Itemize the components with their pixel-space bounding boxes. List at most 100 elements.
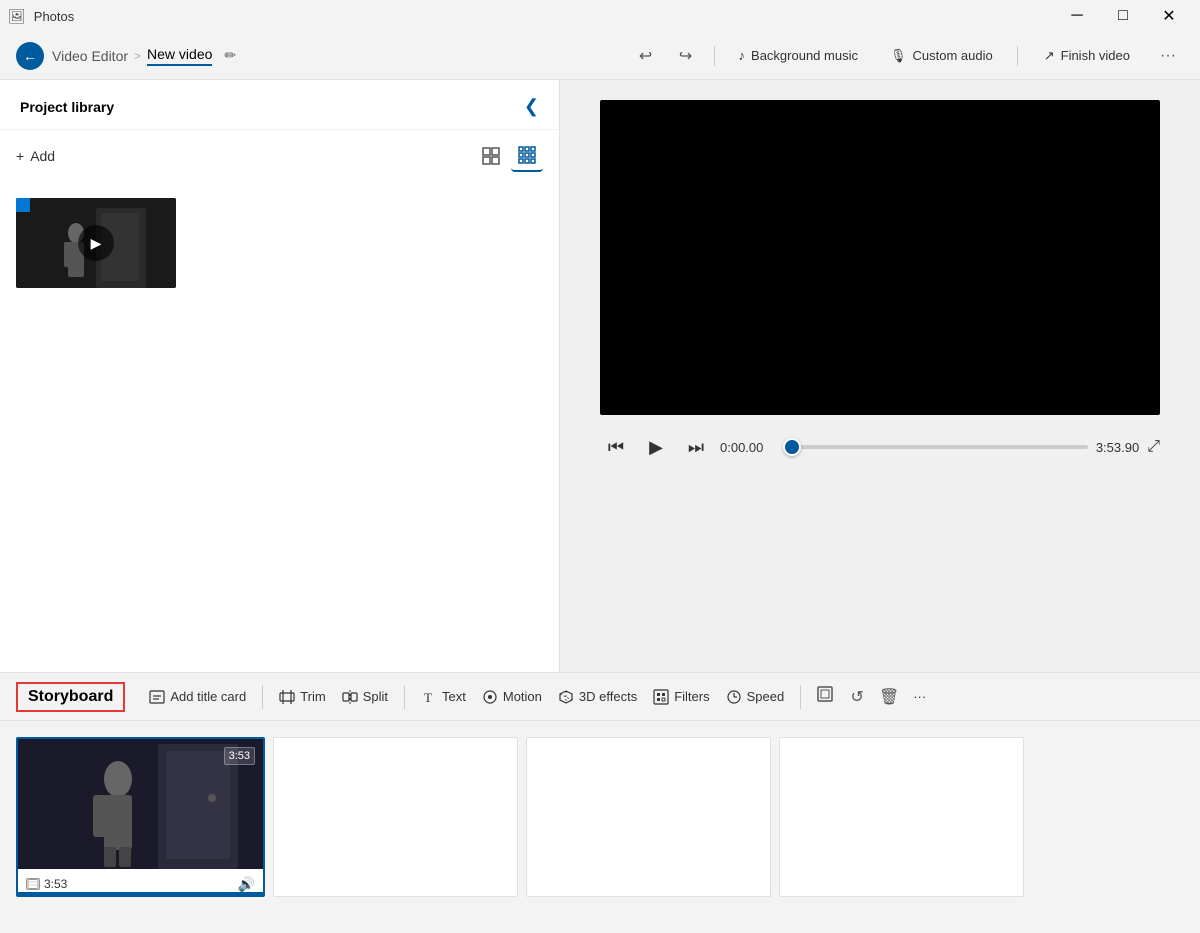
text-button[interactable]: T Text <box>413 683 474 711</box>
clip-progress-bar <box>18 892 263 895</box>
rotate-button[interactable]: ↺ <box>841 681 873 713</box>
filters-button[interactable]: Filters <box>645 683 717 711</box>
maximize-button[interactable]: □ <box>1100 0 1146 32</box>
background-music-label: Background music <box>751 48 858 63</box>
add-title-card-icon <box>149 689 165 705</box>
photos-app-icon: 🖼 <box>8 8 26 25</box>
breadcrumb-current: New video <box>147 46 212 66</box>
library-content: ▶ <box>0 182 559 304</box>
split-button[interactable]: Split <box>334 683 396 711</box>
add-media-button[interactable]: + Add <box>16 148 55 164</box>
resize-icon <box>816 685 834 708</box>
more-icon: ··· <box>1160 47 1176 65</box>
grid-small-icon <box>518 146 536 164</box>
fullscreen-button[interactable]: ⤢ <box>1147 438 1160 456</box>
forward-icon: ⏭ <box>688 437 704 458</box>
motion-icon <box>482 689 498 705</box>
breadcrumb-parent[interactable]: Video Editor <box>52 48 128 64</box>
toolbar-left: ← Video Editor > New video ✏ <box>16 42 630 70</box>
view-toggle <box>475 140 543 172</box>
redo-icon: ↪ <box>679 46 692 66</box>
add-icon: + <box>16 148 24 164</box>
toolbar-separator-1 <box>714 46 715 66</box>
trim-icon <box>279 689 295 705</box>
storyboard-label: Storyboard <box>16 682 125 712</box>
more-tools-icon: ··· <box>913 689 926 704</box>
3d-effects-button[interactable]: 3D effects <box>550 683 645 711</box>
video-canvas <box>600 100 1160 415</box>
svg-text:T: T <box>424 690 432 705</box>
back-icon: ← <box>23 48 37 64</box>
speed-label: Speed <box>747 689 785 704</box>
text-icon: T <box>421 689 437 705</box>
sb-separator-1 <box>262 685 263 709</box>
speed-icon <box>726 689 742 705</box>
storyboard-empty-slot-1 <box>273 737 518 897</box>
edit-title-icon[interactable]: ✏ <box>224 47 236 64</box>
title-bar-left: 🖼 Photos <box>8 8 74 25</box>
play-icon: ▶ <box>649 437 663 458</box>
background-music-button[interactable]: ♪ Background music <box>727 42 870 69</box>
resize-button[interactable] <box>809 681 841 713</box>
custom-audio-button[interactable]: 🎙 Custom audio <box>878 42 1005 70</box>
finish-video-label: Finish video <box>1061 48 1130 63</box>
minimize-button[interactable]: ─ <box>1054 0 1100 32</box>
add-title-card-button[interactable]: Add title card <box>141 683 254 711</box>
speed-button[interactable]: Speed <box>718 683 793 711</box>
filmstrip-icon <box>26 877 40 891</box>
rotate-icon: ↺ <box>850 687 863 707</box>
collapse-icon: ❮ <box>524 96 539 116</box>
rewind-icon: ⏮ <box>608 437 624 458</box>
clip-thumbnail: 3:53 <box>18 739 263 869</box>
storyboard-empty-slot-2 <box>526 737 771 897</box>
end-time: 3:53.90 <box>1096 440 1139 455</box>
undo-button[interactable]: ↩ <box>630 40 662 72</box>
breadcrumb: Video Editor > New video <box>52 46 212 66</box>
progress-bar[interactable] <box>783 445 1088 449</box>
library-clip-1[interactable]: ▶ <box>16 198 176 288</box>
trim-button[interactable]: Trim <box>271 683 334 711</box>
3d-effects-label: 3D effects <box>579 689 637 704</box>
back-button[interactable]: ← <box>16 42 44 70</box>
grid-large-icon <box>482 147 500 165</box>
add-title-card-label: Add title card <box>170 689 246 704</box>
main-toolbar: ← Video Editor > New video ✏ ↩ ↪ ♪ Backg… <box>0 32 1200 80</box>
finish-video-button[interactable]: ↗ Finish video <box>1030 42 1144 70</box>
storyboard-clip-1[interactable]: 3:53 3:53 🔊 <box>16 737 265 897</box>
filters-label: Filters <box>674 689 709 704</box>
more-options-button[interactable]: ··· <box>1152 40 1184 72</box>
split-label: Split <box>363 689 388 704</box>
motion-button[interactable]: Motion <box>474 683 550 711</box>
sb-separator-2 <box>404 685 405 709</box>
storyboard-section: Storyboard Add title card Trim <box>0 672 1200 932</box>
skip-forward-button[interactable]: ⏭ <box>680 431 712 463</box>
panel-header: Project library ❮ <box>0 80 559 130</box>
motion-label: Motion <box>503 689 542 704</box>
app-window: 🖼 Photos ─ □ ✕ ← Video Editor > New vide… <box>0 0 1200 932</box>
text-label: Text <box>442 689 466 704</box>
window-controls: ─ □ ✕ <box>1054 0 1192 32</box>
export-icon: ↗ <box>1044 48 1055 64</box>
redo-button[interactable]: ↪ <box>670 40 702 72</box>
rewind-to-start-button[interactable]: ⏮ <box>600 431 632 463</box>
custom-audio-label: Custom audio <box>913 48 993 63</box>
current-time: 0:00.00 <box>720 440 775 455</box>
collapse-panel-button[interactable]: ❮ <box>524 96 539 117</box>
filters-icon <box>653 689 669 705</box>
list-view-button[interactable] <box>511 140 543 172</box>
play-button-overlay[interactable]: ▶ <box>78 225 114 261</box>
more-tools-button[interactable]: ··· <box>905 683 934 710</box>
title-bar: 🖼 Photos ─ □ ✕ <box>0 0 1200 32</box>
grid-view-button[interactable] <box>475 140 507 172</box>
close-button[interactable]: ✕ <box>1146 0 1192 32</box>
progress-thumb[interactable] <box>783 438 801 456</box>
panel-title: Project library <box>20 99 114 115</box>
library-thumb-image: ▶ <box>16 198 176 288</box>
clip-duration-badge: 3:53 <box>224 747 255 765</box>
delete-button[interactable]: 🗑 <box>873 681 905 713</box>
fullscreen-icon: ⤢ <box>1147 438 1160 455</box>
sound-icon: 🔊 <box>238 876 255 893</box>
trim-label: Trim <box>300 689 326 704</box>
play-pause-button[interactable]: ▶ <box>640 431 672 463</box>
breadcrumb-separator: > <box>134 49 141 63</box>
